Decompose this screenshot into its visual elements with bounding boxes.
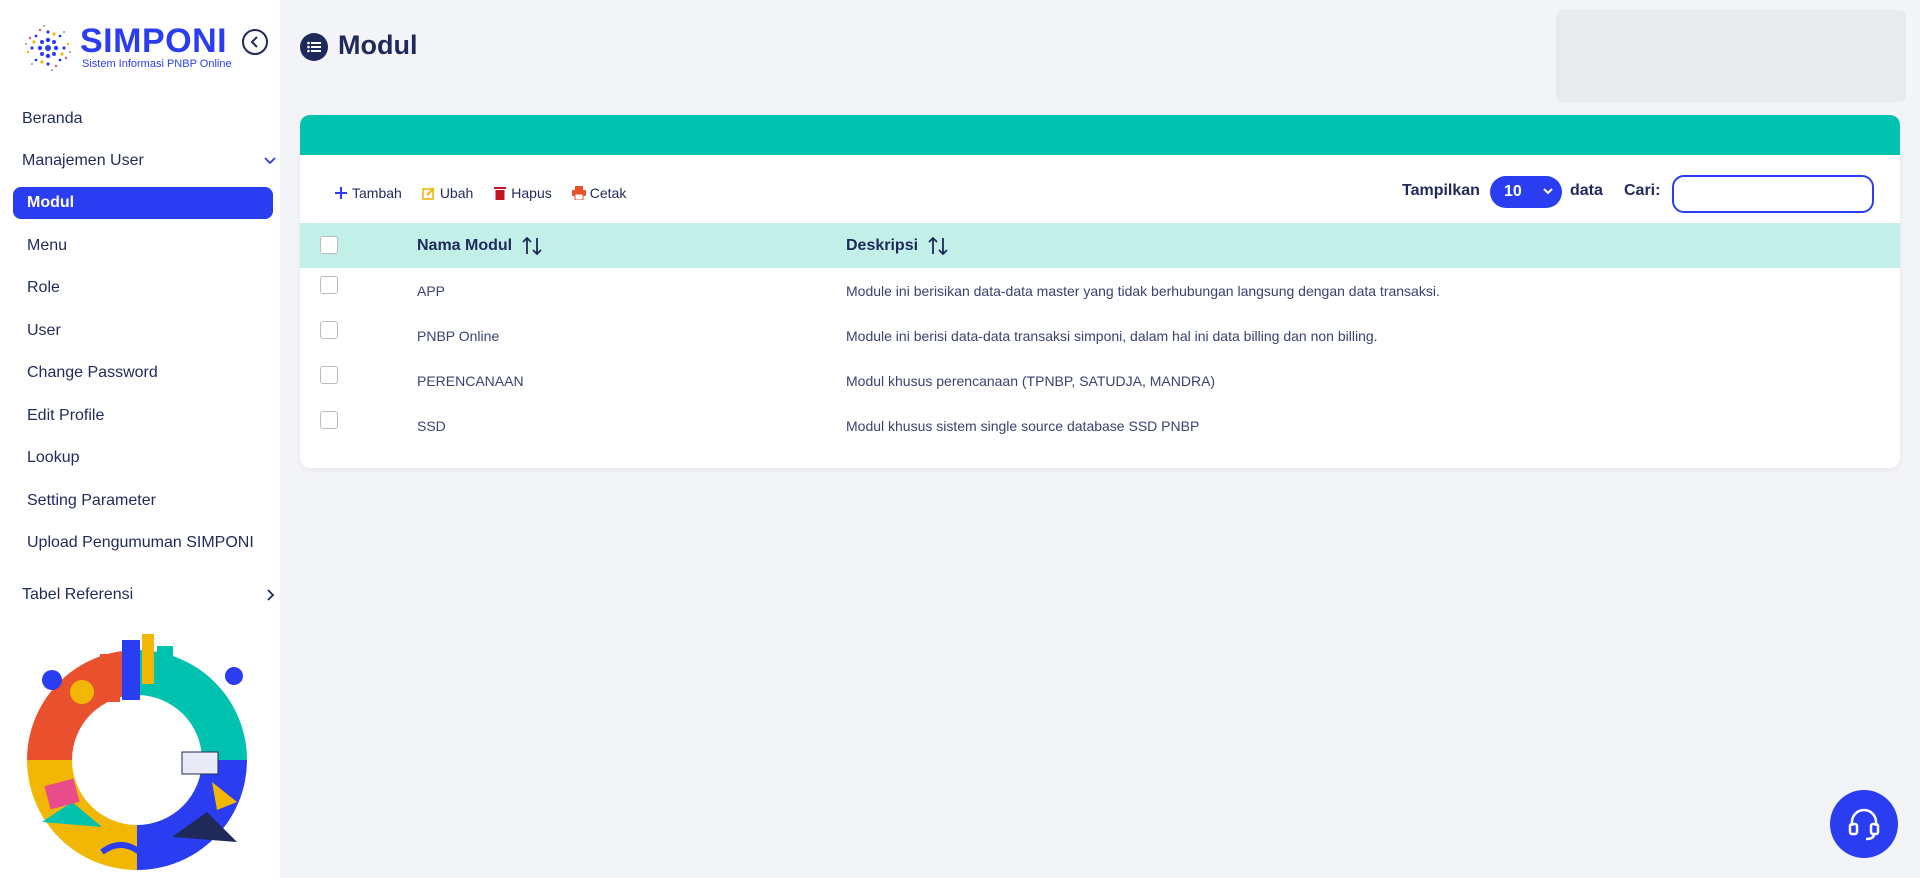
cell-nama-modul: PERENCANAAN xyxy=(417,373,524,389)
support-chat-button[interactable] xyxy=(1830,790,1898,858)
table-header: Nama Modul Deskripsi xyxy=(300,223,1900,268)
cell-deskripsi: Modul khusus sistem single source databa… xyxy=(846,418,1200,434)
edit-button[interactable]: Ubah xyxy=(422,185,473,201)
delete-button[interactable]: Hapus xyxy=(493,185,552,201)
sidebar-group-label: Tabel Referensi xyxy=(22,586,134,603)
sidebar-group-manajemen-user[interactable]: Manajemen User xyxy=(22,152,276,170)
add-button-label: Tambah xyxy=(352,185,402,201)
column-header-nama-modul[interactable]: Nama Modul xyxy=(417,236,542,256)
add-button[interactable]: Tambah xyxy=(334,185,402,201)
cell-deskripsi: Modul khusus perencanaan (TPNBP, SATUDJA… xyxy=(846,373,1216,389)
table-row[interactable]: APP Module ini berisikan data-data maste… xyxy=(300,268,1900,313)
chevron-left-icon xyxy=(250,36,258,48)
column-header-label: Deskripsi xyxy=(846,237,919,254)
cell-nama-modul: APP xyxy=(417,283,446,299)
list-icon xyxy=(300,33,328,61)
edit-button-label: Ubah xyxy=(439,185,474,201)
print-button[interactable]: Cetak xyxy=(571,185,627,201)
cell-deskripsi: Module ini berisi data-data transaksi si… xyxy=(846,328,1378,344)
chevron-right-icon xyxy=(267,589,275,601)
cell-nama-modul: SSD xyxy=(417,418,446,434)
sidebar-item-modul[interactable]: Modul xyxy=(13,187,273,219)
sidebar-item-role[interactable]: Role xyxy=(27,279,60,297)
sidebar-group-tabel-referensi[interactable]: Tabel Referensi xyxy=(22,586,275,604)
row-checkbox[interactable] xyxy=(320,366,338,384)
row-checkbox[interactable] xyxy=(320,411,338,429)
modul-card: Tambah Ubah Hapus Cetak Tampilkan 10 dat… xyxy=(300,115,1900,468)
search-label: Cari: xyxy=(1624,182,1661,199)
chevron-down-icon xyxy=(1543,188,1553,195)
card-header-bar xyxy=(300,115,1900,155)
search-input[interactable] xyxy=(1672,175,1874,213)
sidebar-group-label: Manajemen User xyxy=(22,152,144,169)
chevron-down-icon xyxy=(264,157,276,165)
column-header-label: Nama Modul xyxy=(417,237,513,254)
header-placeholder xyxy=(1556,10,1906,102)
sidebar-item-user[interactable]: User xyxy=(27,322,61,340)
table-row[interactable]: SSD Modul khusus sistem single source da… xyxy=(300,403,1900,448)
sort-icon xyxy=(522,236,542,256)
cell-deskripsi: Module ini berisikan data-data master ya… xyxy=(846,283,1440,299)
sidebar-item-beranda[interactable]: Beranda xyxy=(22,110,83,128)
sidebar-item-edit-profile[interactable]: Edit Profile xyxy=(27,407,104,425)
sort-icon xyxy=(928,236,948,256)
print-button-label: Cetak xyxy=(589,185,627,201)
page-length-suffix: data xyxy=(1570,182,1603,199)
printer-icon xyxy=(571,186,586,200)
brand-subtitle: Sistem Informasi PNBP Online xyxy=(82,58,232,70)
row-checkbox[interactable] xyxy=(320,276,338,294)
table-row[interactable]: PNBP Online Module ini berisi data-data … xyxy=(300,313,1900,358)
delete-button-label: Hapus xyxy=(511,185,552,201)
page-title: Modul xyxy=(338,30,418,60)
headset-icon xyxy=(1848,808,1880,841)
page-length-label: Tampilkan xyxy=(1402,182,1480,199)
sidebar-item-upload-pengumuman[interactable]: Upload Pengumuman SIMPONI xyxy=(27,534,254,552)
page-length-value: 10 xyxy=(1504,183,1522,200)
sidebar-item-lookup[interactable]: Lookup xyxy=(27,449,80,467)
plus-icon xyxy=(334,186,348,200)
sidebar-item-change-password[interactable]: Change Password xyxy=(27,364,158,382)
table-row[interactable]: PERENCANAAN Modul khusus perencanaan (TP… xyxy=(300,358,1900,403)
select-all-checkbox[interactable] xyxy=(320,236,338,254)
edit-icon xyxy=(422,186,436,200)
row-checkbox[interactable] xyxy=(320,321,338,339)
sidebar-item-menu[interactable]: Menu xyxy=(27,237,67,255)
collapse-sidebar-button[interactable] xyxy=(242,29,268,55)
simponi-logo-icon xyxy=(25,25,71,71)
brand-title: SIMPONI xyxy=(80,22,228,60)
sidebar-item-setting-parameter[interactable]: Setting Parameter xyxy=(27,492,156,510)
table-toolbar: Tambah Ubah Hapus Cetak xyxy=(334,185,626,201)
column-header-deskripsi[interactable]: Deskripsi xyxy=(846,236,948,256)
page-length-select[interactable]: 10 xyxy=(1490,176,1562,208)
cell-nama-modul: PNBP Online xyxy=(417,328,500,344)
sidebar: SIMPONI Sistem Informasi PNBP Online Ber… xyxy=(0,0,280,878)
app-logo[interactable]: SIMPONI Sistem Informasi PNBP Online xyxy=(18,18,238,78)
trash-icon xyxy=(493,186,507,200)
decorative-illustration xyxy=(27,634,247,870)
